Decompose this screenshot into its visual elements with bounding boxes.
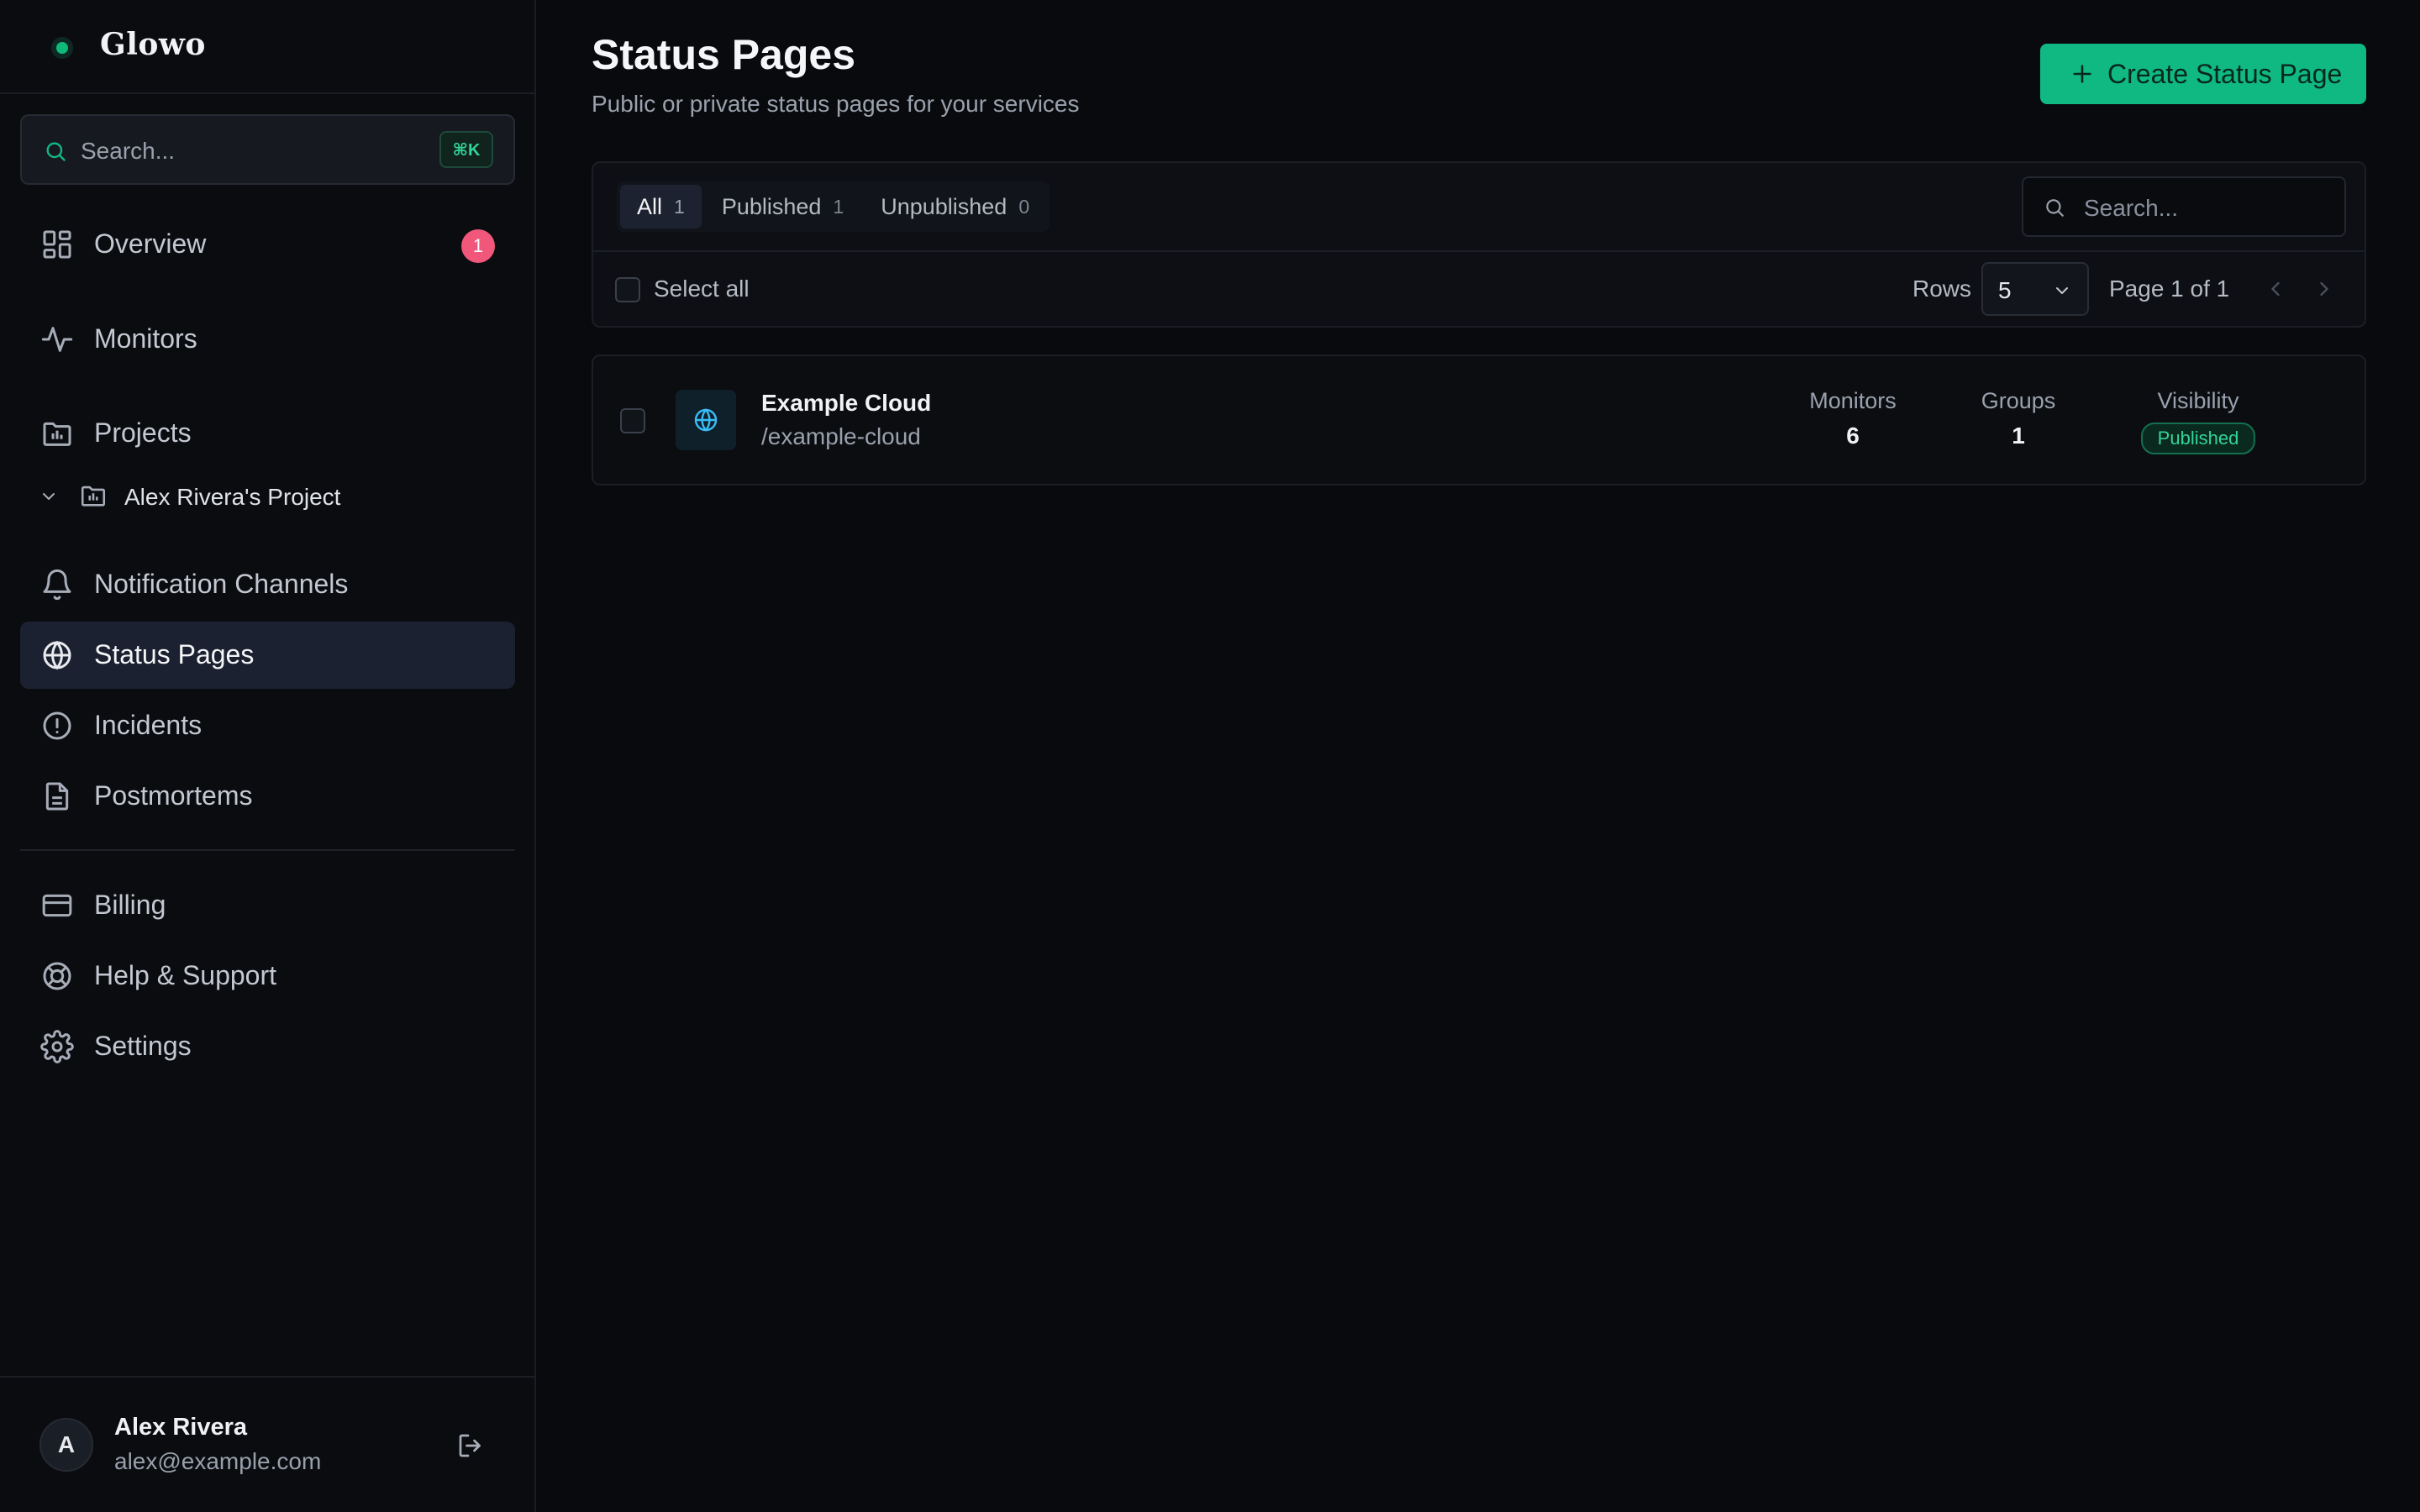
monitors-count: 6 — [1846, 423, 1860, 449]
credit-card-icon — [40, 889, 74, 922]
tab-count: 0 — [1018, 195, 1030, 218]
tab-count: 1 — [833, 195, 844, 218]
search-shortcut-badge: ⌘K — [439, 131, 493, 168]
sidebar-item-label: Notification Channels — [94, 569, 349, 599]
brand-name: Glowo — [100, 27, 206, 62]
folder-icon — [40, 417, 74, 450]
tab-published[interactable]: Published 1 — [705, 185, 860, 228]
sidebar-item-label: Incidents — [94, 710, 203, 740]
sidebar-project-item[interactable]: Alex Rivera's Project — [20, 467, 515, 526]
bell-icon — [40, 568, 74, 601]
chevron-down-icon — [2052, 281, 2072, 301]
sidebar-item-label: Overview — [94, 228, 207, 259]
groups-count: 1 — [2012, 423, 2025, 449]
create-status-page-label: Create Status Page — [2107, 59, 2343, 89]
sidebar-item-notification-channels[interactable]: Notification Channels — [20, 551, 515, 618]
visibility-stat: Visibility Published — [2123, 388, 2274, 454]
user-section-divider — [0, 1376, 534, 1378]
alert-circle-icon — [40, 709, 74, 743]
status-page-name[interactable]: Example Cloud — [761, 390, 931, 417]
sidebar-item-help-support[interactable]: Help & Support — [20, 942, 515, 1010]
chevron-right-icon[interactable] — [2312, 277, 2336, 301]
page-subtitle: Public or private status pages for your … — [592, 91, 1080, 117]
rows-label: Rows — [1912, 276, 1972, 302]
select-all-checkbox[interactable] — [615, 277, 640, 302]
status-pages-search-input[interactable]: Search... — [2022, 176, 2346, 237]
sidebar-item-label: Billing — [94, 890, 166, 920]
sidebar-item-label: Status Pages — [94, 639, 255, 669]
list-item[interactable]: Example Cloud /example-cloud Monitors 6 … — [592, 354, 2366, 486]
row-checkbox[interactable] — [620, 408, 645, 433]
groups-stat: Groups 1 — [1968, 388, 2069, 449]
monitors-stat: Monitors 6 — [1798, 388, 1907, 449]
page-title: Status Pages — [592, 31, 856, 78]
avatar[interactable]: A — [39, 1418, 93, 1472]
search-icon — [2044, 197, 2065, 218]
sidebar-search[interactable]: Search... ⌘K — [20, 114, 515, 185]
sidebar-divider — [20, 849, 515, 851]
visibility-label: Visibility — [2157, 388, 2239, 413]
status-badge: Published — [2140, 423, 2256, 454]
chevron-down-icon[interactable] — [39, 486, 59, 507]
select-all-label: Select all — [654, 276, 750, 302]
filter-toolbar: All 1 Published 1 Unpublished 0 Search..… — [592, 161, 2366, 328]
folder-icon — [79, 481, 108, 510]
monitors-label: Monitors — [1809, 388, 1897, 413]
toolbar-divider — [593, 250, 2365, 252]
sidebar: Glowo Search... ⌘K Overview 1 Monitors P… — [0, 0, 536, 1512]
grid-icon — [40, 228, 74, 261]
tab-label: Unpublished — [881, 193, 1007, 219]
globe-icon — [40, 638, 74, 672]
sidebar-item-label: Monitors — [94, 323, 197, 354]
user-email: alex@example.com — [114, 1448, 322, 1474]
brand-logo-dot — [56, 42, 68, 54]
sidebar-item-label: Help & Support — [94, 960, 277, 990]
user-name: Alex Rivera — [114, 1414, 247, 1441]
filter-tabs: All 1 Published 1 Unpublished 0 — [617, 181, 1050, 232]
lifebuoy-icon — [40, 959, 74, 993]
sidebar-item-label: Settings — [94, 1031, 192, 1061]
sidebar-item-label: Projects — [94, 417, 192, 448]
create-status-page-button[interactable]: Create Status Page — [2040, 44, 2366, 104]
search-placeholder: Search... — [2084, 195, 2179, 221]
sidebar-project-label: Alex Rivera's Project — [124, 484, 341, 510]
plus-icon — [2070, 62, 2094, 86]
rows-per-page-select[interactable]: 5 — [1981, 262, 2089, 316]
sidebar-search-placeholder: Search... — [81, 138, 176, 164]
tab-label: All — [637, 193, 663, 219]
tab-label: Published — [721, 193, 822, 219]
groups-label: Groups — [1981, 388, 2056, 413]
activity-icon — [40, 323, 74, 356]
pagination-info: Page 1 of 1 — [2109, 276, 2230, 302]
search-icon — [44, 139, 67, 163]
logout-icon[interactable] — [455, 1431, 486, 1461]
overview-count-badge: 1 — [461, 229, 495, 263]
sidebar-item-incidents[interactable]: Incidents — [20, 692, 515, 759]
globe-icon — [692, 407, 719, 433]
sidebar-item-postmortems[interactable]: Postmortems — [20, 763, 515, 830]
sidebar-item-projects[interactable]: Projects — [20, 400, 515, 467]
tab-unpublished[interactable]: Unpublished 0 — [864, 185, 1046, 228]
gear-icon — [40, 1030, 74, 1063]
status-page-slug: /example-cloud — [761, 423, 921, 449]
sidebar-item-billing[interactable]: Billing — [20, 872, 515, 939]
rows-per-page-value: 5 — [1998, 277, 2012, 303]
sidebar-item-label: Postmortems — [94, 780, 253, 811]
chevron-left-icon[interactable] — [2264, 277, 2287, 301]
tab-all[interactable]: All 1 — [620, 185, 702, 228]
sidebar-item-monitors[interactable]: Monitors — [20, 306, 515, 373]
sidebar-item-status-pages[interactable]: Status Pages — [20, 622, 515, 689]
document-icon — [40, 780, 74, 813]
sidebar-item-overview[interactable]: Overview 1 — [20, 211, 515, 278]
sidebar-item-settings[interactable]: Settings — [20, 1013, 515, 1080]
tab-count: 1 — [674, 195, 685, 218]
status-page-avatar — [676, 390, 736, 450]
brand[interactable]: Glowo — [0, 0, 534, 94]
